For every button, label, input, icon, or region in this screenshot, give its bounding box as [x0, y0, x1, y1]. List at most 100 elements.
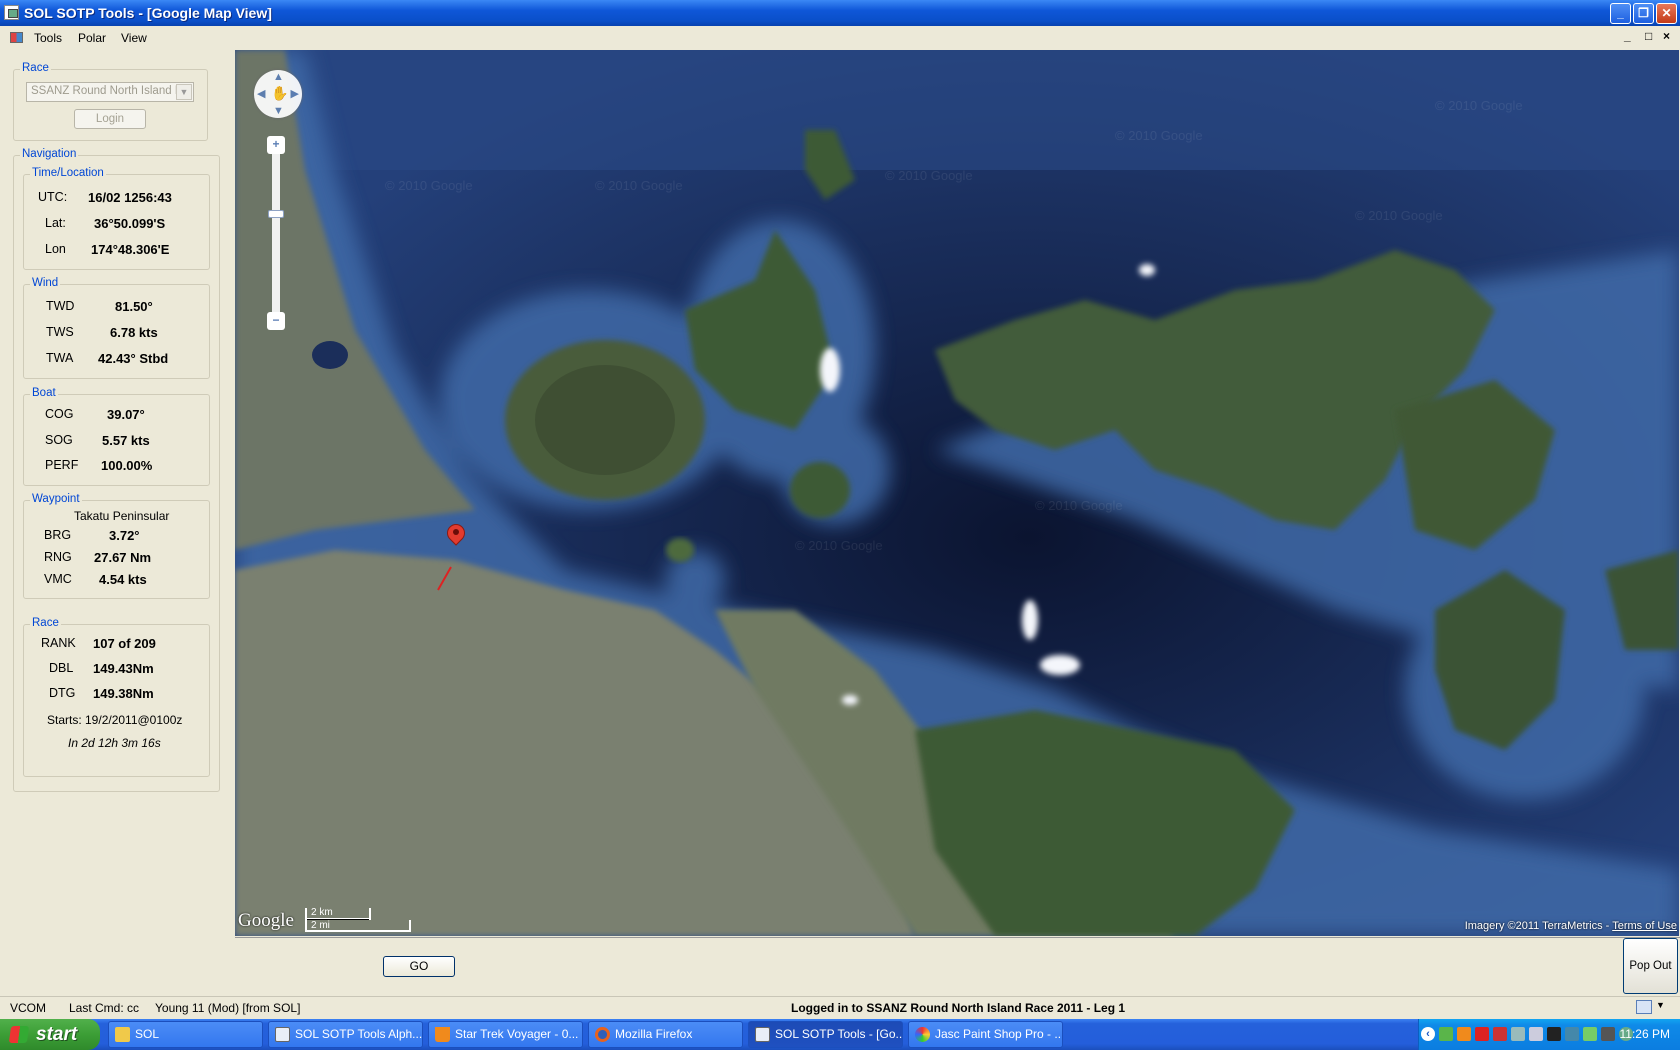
- status-icon[interactable]: [1636, 1000, 1652, 1014]
- mdi-restore-button[interactable]: □: [1645, 29, 1652, 43]
- boat-groupbox: Boat COG 39.07° SOG 5.57 kts PERF 100.00%: [23, 387, 210, 486]
- scale-mi-label: 2 mi: [311, 920, 330, 931]
- go-button[interactable]: GO: [383, 956, 455, 977]
- race-groupbox: Race: [13, 62, 208, 141]
- tws-value: 6.78 kts: [110, 325, 158, 340]
- race-group-label: Race: [20, 62, 51, 74]
- app-icon[interactable]: [4, 5, 19, 20]
- taskbar-item-label: SOL SOTP Tools - [Go...: [775, 1027, 903, 1041]
- window-title: SOL SOTP Tools - [Google Map View]: [24, 5, 272, 21]
- taskbar: start SOL SOL SOTP Tools Alph... Star Tr…: [0, 1019, 1680, 1050]
- menu-view[interactable]: View: [121, 31, 147, 45]
- menu-polar[interactable]: Polar: [78, 31, 106, 45]
- close-button[interactable]: ✕: [1656, 3, 1677, 24]
- system-tray: ‹ 11:26 PM: [1418, 1019, 1680, 1050]
- status-vcom: VCOM: [10, 1001, 46, 1015]
- vlc-cone-icon: [435, 1027, 450, 1042]
- mdi-close-button[interactable]: ×: [1663, 29, 1670, 43]
- imagery-attribution: Imagery ©2011 TerraMetrics - Terms of Us…: [1465, 920, 1677, 932]
- palette-icon: [915, 1027, 930, 1042]
- tray-meter-icon[interactable]: [1601, 1027, 1615, 1041]
- pan-left-icon[interactable]: ◀: [257, 87, 265, 100]
- google-logo[interactable]: Google: [238, 910, 294, 932]
- dbl-label: DBL: [49, 661, 74, 675]
- svg-text:© 2010 Google: © 2010 Google: [1035, 498, 1123, 513]
- perf-label: PERF: [45, 458, 79, 472]
- tray-security-icon[interactable]: [1493, 1027, 1507, 1041]
- pan-up-icon[interactable]: ▲: [273, 71, 284, 83]
- taskbar-item-sotp-alpha[interactable]: SOL SOTP Tools Alph...: [268, 1021, 423, 1048]
- tray-update-icon[interactable]: [1583, 1027, 1597, 1041]
- tray-expand-icon[interactable]: ‹: [1421, 1027, 1435, 1041]
- chevron-down-icon[interactable]: ▼: [1656, 1000, 1665, 1010]
- sog-value: 5.57 kts: [102, 433, 150, 448]
- perf-value: 100.00%: [101, 458, 153, 473]
- taskbar-item-paintshop[interactable]: Jasc Paint Shop Pro - ...: [908, 1021, 1063, 1048]
- minimize-button[interactable]: _: [1610, 3, 1631, 24]
- tray-app-icon[interactable]: [1529, 1027, 1543, 1041]
- svg-text:© 2010 Google: © 2010 Google: [885, 168, 973, 183]
- svg-text:© 2010 Google: © 2010 Google: [1355, 208, 1443, 223]
- navigation-group-label: Navigation: [20, 148, 79, 160]
- tray-acrobat-icon[interactable]: [1475, 1027, 1489, 1041]
- svg-text:© 2010 Google: © 2010 Google: [795, 538, 883, 553]
- pan-control[interactable]: ▲ ◀ ✋ ▶ ▼: [254, 70, 302, 118]
- start-button[interactable]: start: [0, 1019, 100, 1050]
- taskbar-item-firefox[interactable]: Mozilla Firefox: [588, 1021, 743, 1048]
- pop-out-button[interactable]: Pop Out: [1623, 938, 1678, 994]
- satellite-imagery[interactable]: © 2010 Google © 2010 Google © 2010 Googl…: [235, 50, 1679, 936]
- taskbar-item-sotp-map[interactable]: SOL SOTP Tools - [Go...: [748, 1021, 903, 1048]
- taskbar-item-label: SOL SOTP Tools Alph...: [295, 1027, 423, 1041]
- clock[interactable]: 11:26 PM: [1620, 1027, 1670, 1041]
- map-view[interactable]: © 2010 Google © 2010 Google © 2010 Googl…: [235, 50, 1679, 936]
- cog-value: 39.07°: [107, 407, 145, 422]
- zoom-slider-handle[interactable]: [268, 210, 284, 218]
- tray-shield-icon[interactable]: [1565, 1027, 1579, 1041]
- taskbar-item-label: Mozilla Firefox: [615, 1027, 693, 1041]
- tray-vlc-icon[interactable]: [1457, 1027, 1471, 1041]
- lon-label: Lon: [45, 242, 66, 256]
- app-window-icon: [755, 1027, 770, 1042]
- terms-of-use-link[interactable]: Terms of Use: [1612, 920, 1677, 932]
- login-button[interactable]: Login: [74, 109, 146, 129]
- cog-label: COG: [45, 407, 74, 421]
- vmc-value: 4.54 kts: [99, 572, 147, 587]
- hand-icon[interactable]: ✋: [271, 85, 288, 102]
- taskbar-item-vlc[interactable]: Star Trek Voyager - 0...: [428, 1021, 583, 1048]
- svg-text:© 2010 Google: © 2010 Google: [1115, 128, 1203, 143]
- tray-monitor-icon[interactable]: [1511, 1027, 1525, 1041]
- chevron-down-icon[interactable]: ▼: [176, 84, 192, 100]
- scale-km-label: 2 km: [311, 907, 333, 918]
- waypoint-label: Waypoint: [30, 493, 82, 505]
- zoom-slider-track[interactable]: [272, 154, 280, 312]
- time-location-groupbox: Time/Location UTC: 16/02 1256:43 Lat: 36°5…: [23, 167, 210, 270]
- race-info-label: Race: [30, 617, 61, 629]
- tray-network-icon[interactable]: [1439, 1027, 1453, 1041]
- folder-icon: [115, 1027, 130, 1042]
- map-scale-bar: 2 km 2 mi: [305, 907, 413, 932]
- mdi-child-icon[interactable]: [10, 32, 23, 43]
- mdi-minimize-button[interactable]: _: [1624, 29, 1631, 43]
- zoom-out-button[interactable]: −: [267, 312, 285, 330]
- dtg-label: DTG: [49, 686, 76, 700]
- menu-tools[interactable]: Tools: [34, 31, 62, 45]
- wind-groupbox: Wind TWD 81.50° TWS 6.78 kts TWA 42.43° Stb…: [23, 277, 210, 379]
- zoom-in-button[interactable]: +: [267, 136, 285, 154]
- svg-text:© 2010 Google: © 2010 Google: [385, 178, 473, 193]
- race-select[interactable]: SSANZ Round North Island R ▼: [26, 82, 194, 102]
- firefox-icon: [595, 1027, 610, 1042]
- svg-text:© 2010 Google: © 2010 Google: [1435, 98, 1523, 113]
- restore-button[interactable]: ❐: [1633, 3, 1654, 24]
- taskbar-item-sol[interactable]: SOL: [108, 1021, 263, 1048]
- twd-label: TWD: [46, 299, 75, 313]
- pan-right-icon[interactable]: ▶: [291, 87, 299, 100]
- pan-down-icon[interactable]: ▼: [273, 105, 284, 117]
- rng-value: 27.67 Nm: [94, 550, 152, 565]
- brg-value: 3.72°: [109, 528, 140, 543]
- rank-label: RANK: [41, 636, 76, 650]
- utc-value: 16/02 1256:43: [88, 190, 172, 205]
- lat-label: Lat:: [45, 216, 66, 230]
- wind-label: Wind: [30, 277, 61, 289]
- tray-counter-icon[interactable]: [1547, 1027, 1561, 1041]
- race-select-value: SSANZ Round North Island R: [31, 85, 184, 97]
